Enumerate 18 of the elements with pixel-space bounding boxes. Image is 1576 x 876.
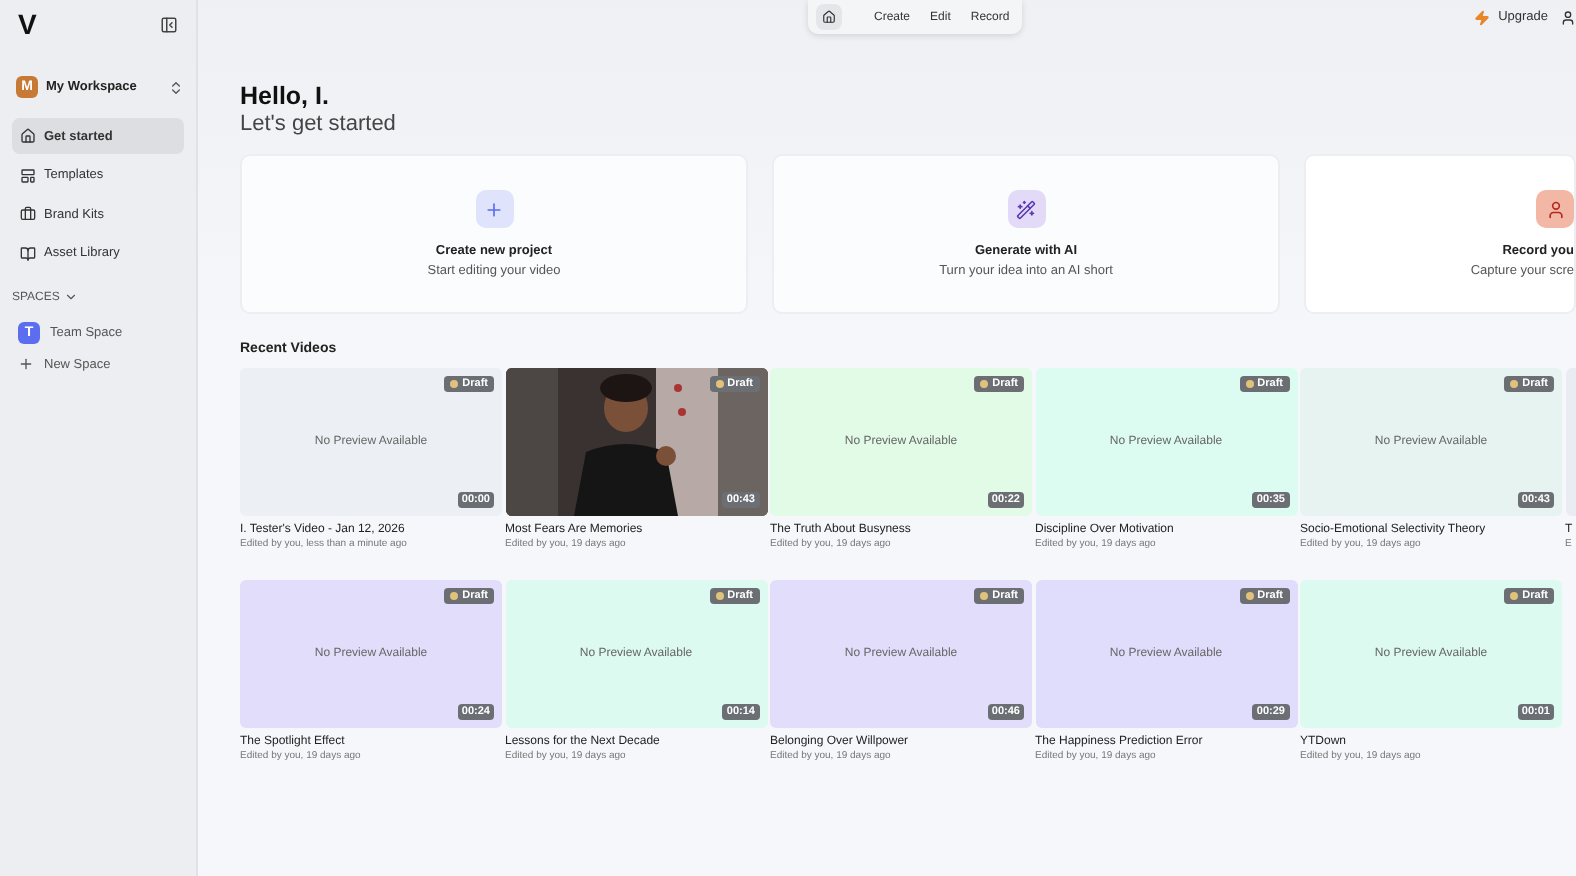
greeting: Hello, I.	[240, 82, 331, 110]
app-logo[interactable]: V	[18, 8, 37, 40]
home-icon	[822, 10, 836, 24]
subtitle: Let's get started	[240, 112, 398, 136]
home-icon	[20, 128, 36, 144]
home-button[interactable]	[816, 4, 842, 30]
magic-wand-icon	[1007, 190, 1045, 228]
briefcase-icon	[20, 206, 36, 222]
book-icon	[20, 245, 36, 261]
user-icon[interactable]	[1560, 9, 1576, 25]
chevron-icon	[168, 79, 184, 95]
plus-icon	[18, 356, 34, 372]
collapse-sidebar-icon[interactable]	[160, 15, 178, 33]
lightning-icon	[1474, 9, 1491, 25]
user-icon	[1536, 190, 1574, 228]
plus-icon	[475, 190, 513, 228]
layout-icon	[20, 167, 36, 183]
chevron-down-icon[interactable]	[63, 290, 78, 304]
